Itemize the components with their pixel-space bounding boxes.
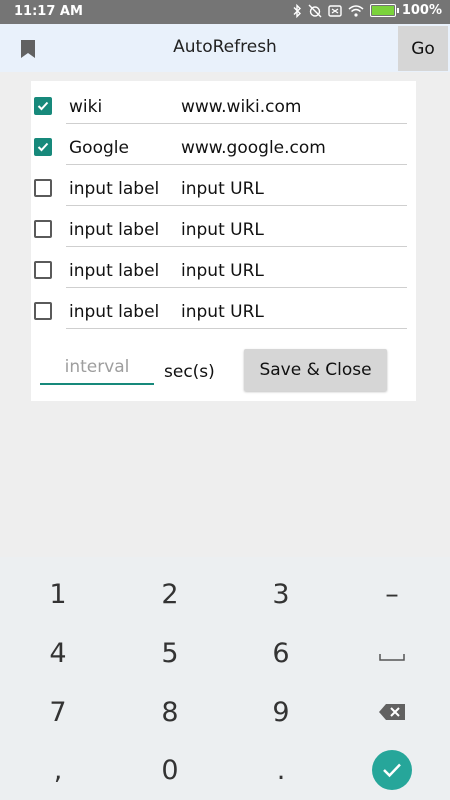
site-row: input label input URL [31,250,416,291]
site-row: input label input URL [31,291,416,332]
row-checkbox[interactable] [34,302,52,320]
bluetooth-icon [292,3,302,18]
key-2[interactable]: 2 [114,565,226,623]
space-icon [379,638,405,669]
interval-input[interactable]: interval [40,353,154,385]
url-input[interactable]: input URL [178,213,407,247]
save-close-button[interactable]: Save & Close [244,349,387,391]
key-1[interactable]: 1 [2,565,114,623]
wifi-icon [348,4,364,17]
key-9[interactable]: 9 [225,683,337,741]
alarm-off-icon [308,4,322,18]
url-input[interactable]: www.google.com [178,131,407,165]
key-comma[interactable]: , [2,741,114,799]
backspace-key[interactable] [336,683,448,741]
row-checkbox[interactable] [34,179,52,197]
row-checkbox[interactable] [34,220,52,238]
done-key[interactable] [336,741,448,799]
site-row: wiki www.wiki.com [31,86,416,127]
status-icons: 100% [292,3,442,18]
key-period[interactable]: . [225,741,337,799]
row-checkbox[interactable] [34,138,52,156]
key-3[interactable]: 3 [225,565,337,623]
go-button[interactable]: Go [398,26,448,71]
key-minus[interactable]: – [336,565,448,623]
key-8[interactable]: 8 [114,683,226,741]
status-bar: 11:17 AM 100% [0,0,450,24]
interval-unit-label: sec(s) [164,362,215,382]
url-input[interactable]: input URL [178,295,407,329]
app-title: AutoRefresh [173,37,277,57]
row-checkbox[interactable] [34,261,52,279]
battery-percent: 100% [401,3,442,18]
site-row: input label input URL [31,168,416,209]
key-7[interactable]: 7 [2,683,114,741]
done-check-icon [372,750,412,790]
url-input[interactable]: input URL [178,254,407,288]
key-5[interactable]: 5 [114,624,226,682]
status-time: 11:17 AM [14,4,83,19]
site-row: Google www.google.com [31,127,416,168]
numeric-keyboard: 1 2 3 – 4 5 6 7 8 9 , 0 . [0,557,450,800]
url-input[interactable]: www.wiki.com [178,90,407,124]
nfc-icon [328,4,342,17]
url-input[interactable]: input URL [178,172,407,206]
row-checkbox[interactable] [34,97,52,115]
key-0[interactable]: 0 [114,741,226,799]
settings-card: wiki www.wiki.com Google www.google.com … [31,81,416,401]
battery-icon [369,4,399,17]
app-bar: AutoRefresh Go [0,24,450,72]
backspace-icon [378,697,406,728]
key-6[interactable]: 6 [225,624,337,682]
site-row: input label input URL [31,209,416,250]
key-4[interactable]: 4 [2,624,114,682]
space-key[interactable] [336,624,448,682]
